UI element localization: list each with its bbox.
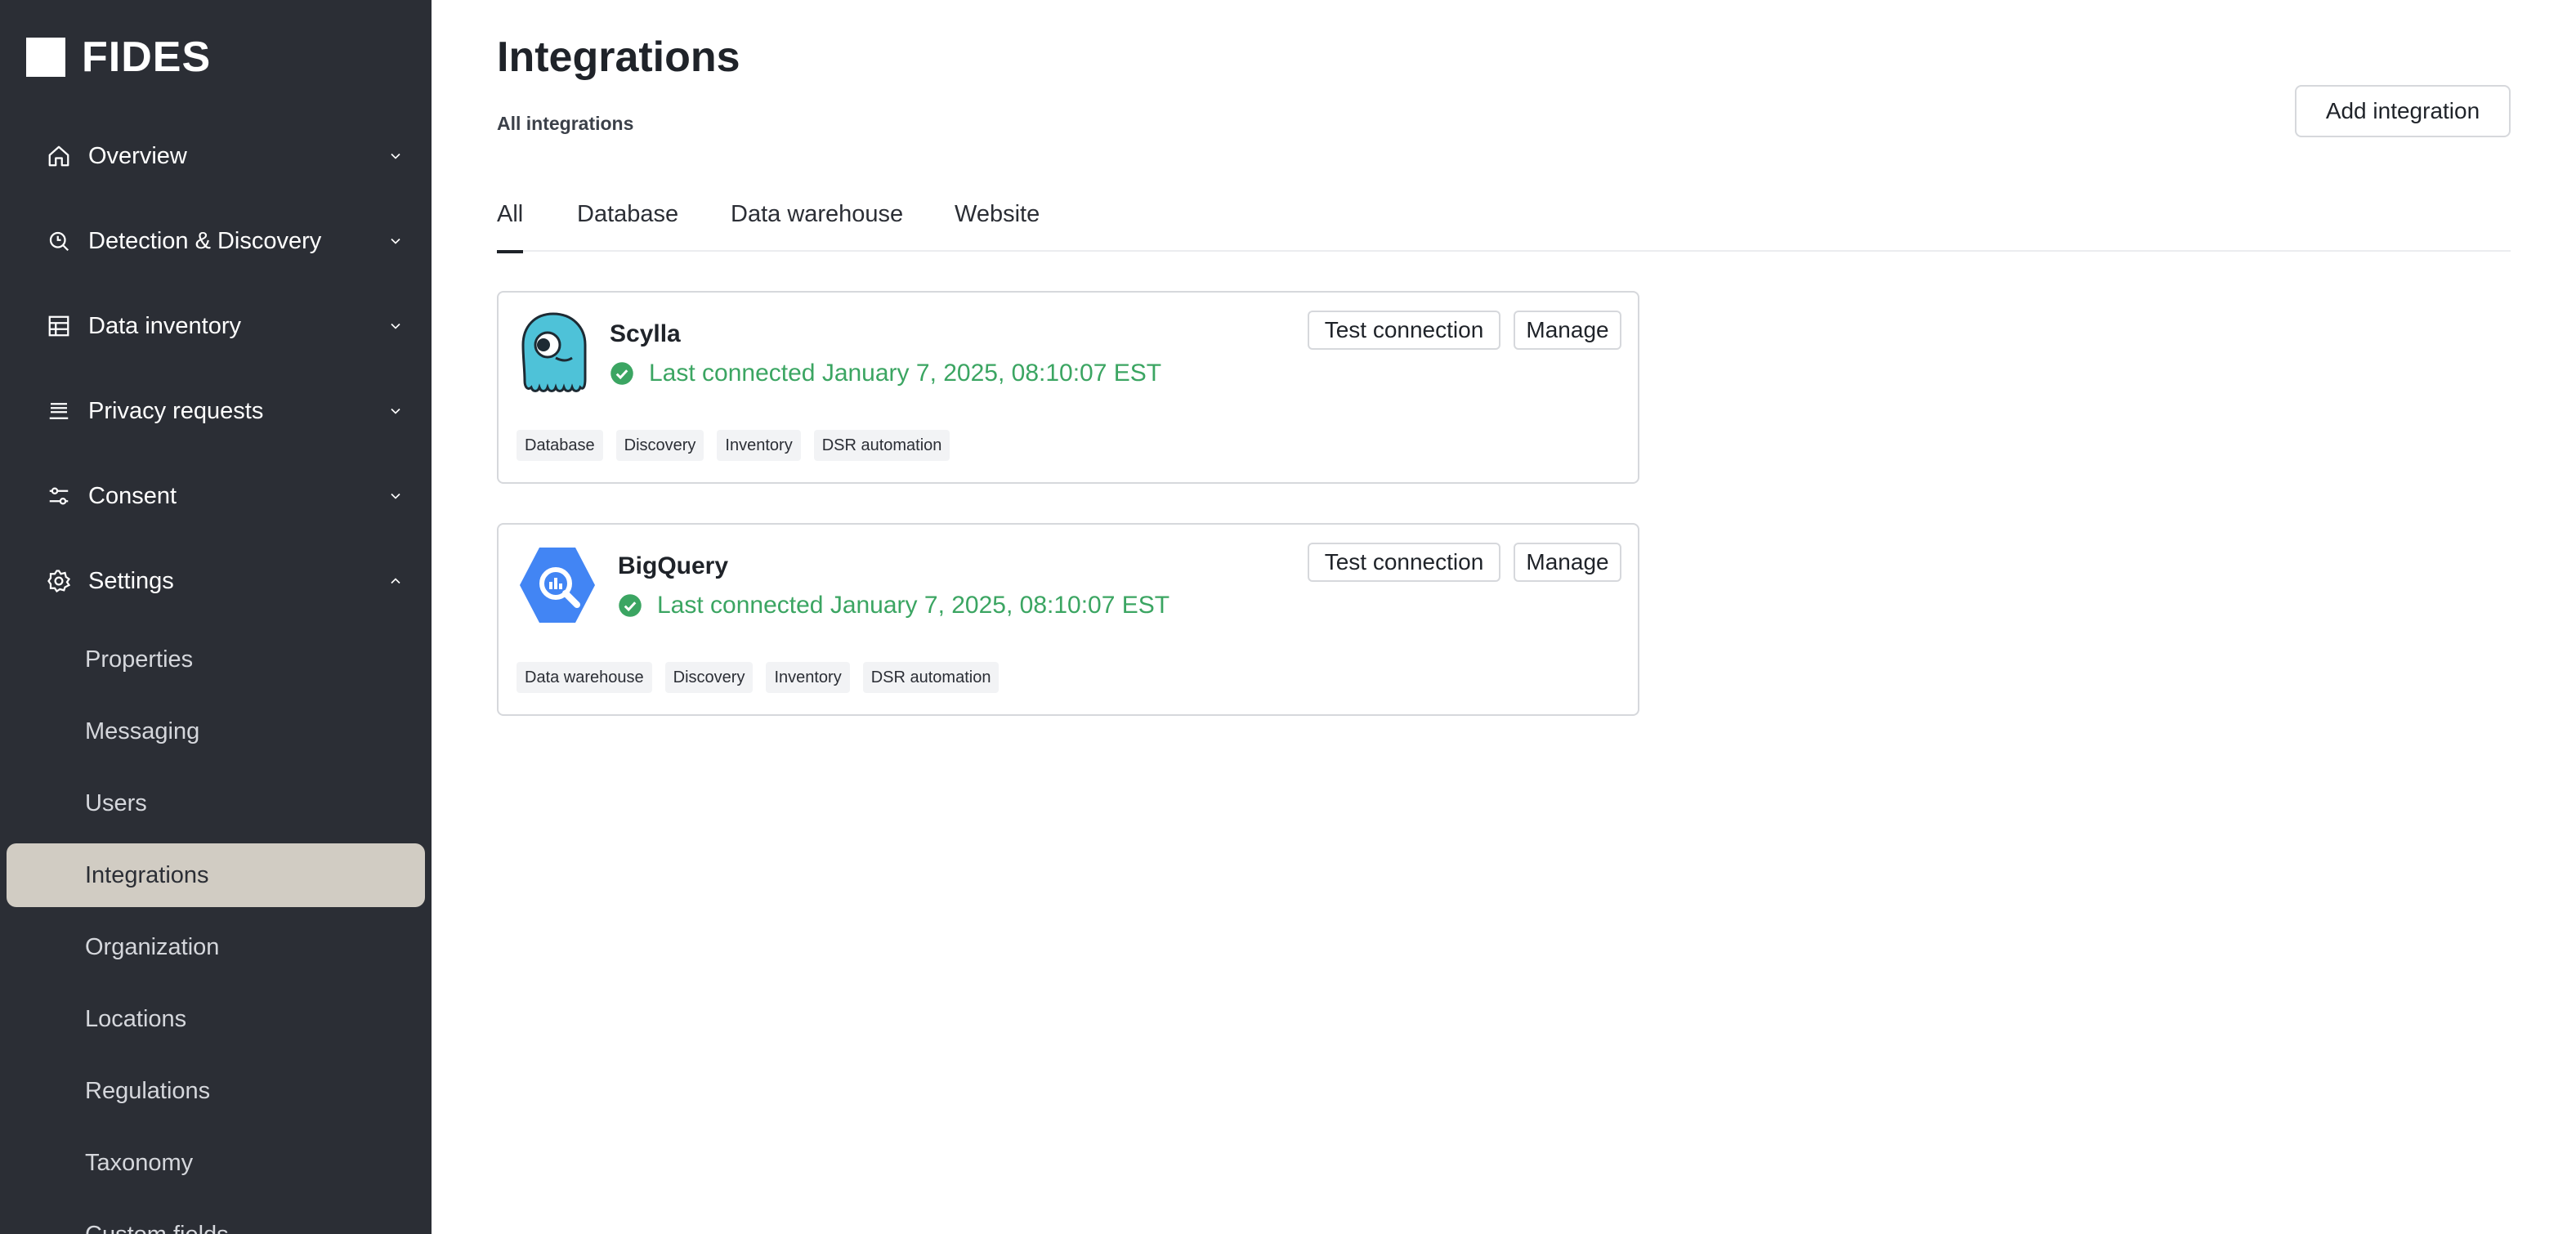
scylla-logo-icon [517, 311, 590, 396]
sliders-icon [46, 483, 72, 509]
tab-all[interactable]: All [497, 196, 524, 253]
chevron-down-icon [386, 401, 405, 421]
tag: Inventory [766, 662, 850, 693]
nav-privacy-requests[interactable]: Privacy requests [46, 385, 405, 437]
nav-settings[interactable]: Settings [46, 555, 405, 607]
chevron-down-icon [386, 231, 405, 251]
tab-website[interactable]: Website [955, 196, 1040, 252]
tag: Data warehouse [517, 662, 652, 693]
sidebar-item-users[interactable]: Users [7, 771, 425, 835]
test-connection-button[interactable]: Test connection [1308, 311, 1500, 350]
sidebar-item-messaging[interactable]: Messaging [7, 700, 425, 763]
connection-status: Last connected January 7, 2025, 08:10:07… [618, 592, 1169, 619]
sidebar-item-properties[interactable]: Properties [7, 628, 425, 691]
sidebar-item-taxonomy[interactable]: Taxonomy [7, 1131, 425, 1195]
gear-icon [46, 568, 72, 594]
nav-label: Overview [88, 142, 187, 169]
add-integration-button[interactable]: Add integration [2295, 85, 2511, 137]
check-circle-icon [610, 362, 633, 385]
integration-name: Scylla [610, 320, 681, 347]
sidebar-item-organization[interactable]: Organization [7, 915, 425, 979]
sidebar-item-locations[interactable]: Locations [7, 987, 425, 1051]
connection-status: Last connected January 7, 2025, 08:10:07… [610, 360, 1161, 387]
connection-status-text: Last connected January 7, 2025, 08:10:07… [649, 360, 1162, 387]
nav-label: Privacy requests [88, 397, 264, 424]
nav-consent[interactable]: Consent [46, 470, 405, 522]
chevron-down-icon [386, 316, 405, 336]
radar-search-icon [46, 228, 72, 254]
manage-button[interactable]: Manage [1514, 311, 1621, 350]
test-connection-button[interactable]: Test connection [1308, 543, 1500, 582]
chevron-up-icon [386, 571, 405, 591]
nav-data-inventory[interactable]: Data inventory [46, 300, 405, 352]
nav-detection-discovery[interactable]: Detection & Discovery [46, 215, 405, 267]
bigquery-logo-icon [517, 543, 595, 628]
tag-list: Database Discovery Inventory DSR automat… [517, 430, 963, 461]
nav-overview[interactable]: Overview [46, 130, 405, 182]
sidebar-item-custom-fields[interactable]: Custom fields [7, 1203, 425, 1234]
breadcrumb[interactable]: All integrations [497, 113, 633, 135]
integration-card-scylla: Scylla Last connected January 7, 2025, 0… [497, 291, 1639, 484]
chevron-down-icon [386, 486, 405, 506]
check-circle-icon [619, 594, 642, 617]
integration-name: BigQuery [618, 552, 729, 579]
logo-text: FIDES [82, 34, 212, 81]
integration-card-bigquery: BigQuery Last connected January 7, 2025,… [497, 523, 1639, 716]
logo-mark-icon [26, 38, 65, 77]
sidebar: FIDES Overview Detection & Discovery Dat… [0, 0, 432, 1234]
home-icon [46, 143, 72, 169]
table-icon [46, 313, 72, 339]
sidebar-item-regulations[interactable]: Regulations [7, 1059, 425, 1123]
tag: Inventory [717, 430, 801, 461]
tag: DSR automation [862, 662, 1000, 693]
nav-label: Data inventory [88, 312, 241, 339]
page-title: Integrations [497, 34, 740, 81]
manage-button[interactable]: Manage [1514, 543, 1621, 582]
sidebar-item-integrations[interactable]: Integrations [7, 843, 425, 907]
tag: Discovery [615, 430, 704, 461]
tag: Discovery [664, 662, 754, 693]
tag: Database [517, 430, 603, 461]
integration-tabs: All Database Data warehouse Website [497, 196, 2511, 253]
stack-icon [46, 398, 72, 424]
tag: DSR automation [813, 430, 950, 461]
fides-logo[interactable]: FIDES [26, 34, 212, 81]
nav-label: Detection & Discovery [88, 227, 322, 254]
tag-list: Data warehouse Discovery Inventory DSR a… [517, 662, 1012, 693]
chevron-down-icon [386, 146, 405, 166]
nav-label: Consent [88, 482, 177, 509]
nav-label: Settings [88, 567, 174, 594]
tab-data-warehouse[interactable]: Data warehouse [731, 196, 903, 252]
tab-database[interactable]: Database [577, 196, 678, 252]
connection-status-text: Last connected January 7, 2025, 08:10:07… [657, 592, 1170, 619]
